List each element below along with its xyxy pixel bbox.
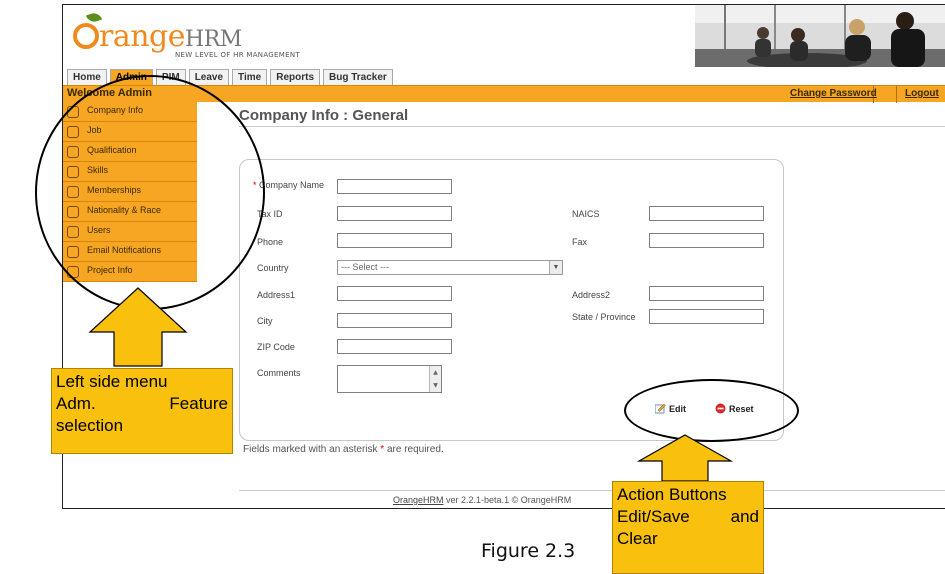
fax-field[interactable] [649,233,764,248]
tab-home[interactable]: Home [67,69,107,85]
comments-textarea[interactable]: ▲ ▼ [337,365,442,393]
footer-text: OrangeHRM ver 2.2.1-beta.1 © OrangeHRM [393,495,572,505]
left-callout-arrow [88,287,188,367]
chevron-down-icon: ▼ [549,261,562,274]
tab-time[interactable]: Time [232,69,268,85]
right-callout-arrow [637,434,733,482]
comments-label: Comments [257,368,301,378]
tab-bug-tracker[interactable]: Bug Tracker [323,69,393,85]
title-divider [239,126,945,127]
tax-id-field[interactable] [337,206,452,221]
comments-scrollbar[interactable]: ▲ ▼ [429,366,441,392]
state-province-label: State / Province [572,312,636,322]
left-menu-callout: Left side menu Adm. Feature selection [51,368,233,454]
logo-orange-icon [73,23,99,49]
change-password-link[interactable]: Change Password [790,88,877,99]
header-photo [695,5,945,67]
naics-label: NAICS [572,209,600,219]
naics-field[interactable] [649,206,764,221]
logout-link[interactable]: Logout [905,88,939,99]
country-label: Country [257,263,289,273]
footer-link[interactable]: OrangeHRM [393,495,444,505]
fax-label: Fax [572,237,588,247]
logo-wordmark: rangeHRM [99,19,242,54]
phone-label: Phone [257,237,284,247]
company-name-field[interactable] [337,179,452,194]
divider [896,86,897,103]
figure-caption: Figure 2.3 [481,540,576,562]
zip-code-field[interactable] [337,339,452,354]
address1-field[interactable] [337,286,452,301]
required-fields-note: Fields marked with an asterisk * are req… [243,444,444,455]
city-label: City [257,316,273,326]
page-title: Company Info : General [239,107,409,124]
phone-field[interactable] [337,233,452,248]
zip-code-label: ZIP Code [257,342,295,352]
tab-reports[interactable]: Reports [270,69,321,85]
address2-field[interactable] [649,286,764,301]
action-buttons-callout: Action Buttons Edit/Save and Clear [612,481,764,574]
tab-leave[interactable]: Leave [188,69,230,85]
footer-divider [239,490,945,491]
state-province-field[interactable] [649,309,764,324]
arrow-up-icon[interactable]: ▲ [430,366,441,379]
address2-label: Address2 [572,290,611,300]
left-menu-highlight-ellipse [35,75,265,310]
country-select[interactable]: --- Select --- ▼ [337,260,563,275]
logo-tagline: NEW LEVEL OF HR MANAGEMENT [175,51,300,59]
address1-label: Address1 [257,290,296,300]
city-field[interactable] [337,313,452,328]
arrow-down-icon[interactable]: ▼ [430,379,441,392]
